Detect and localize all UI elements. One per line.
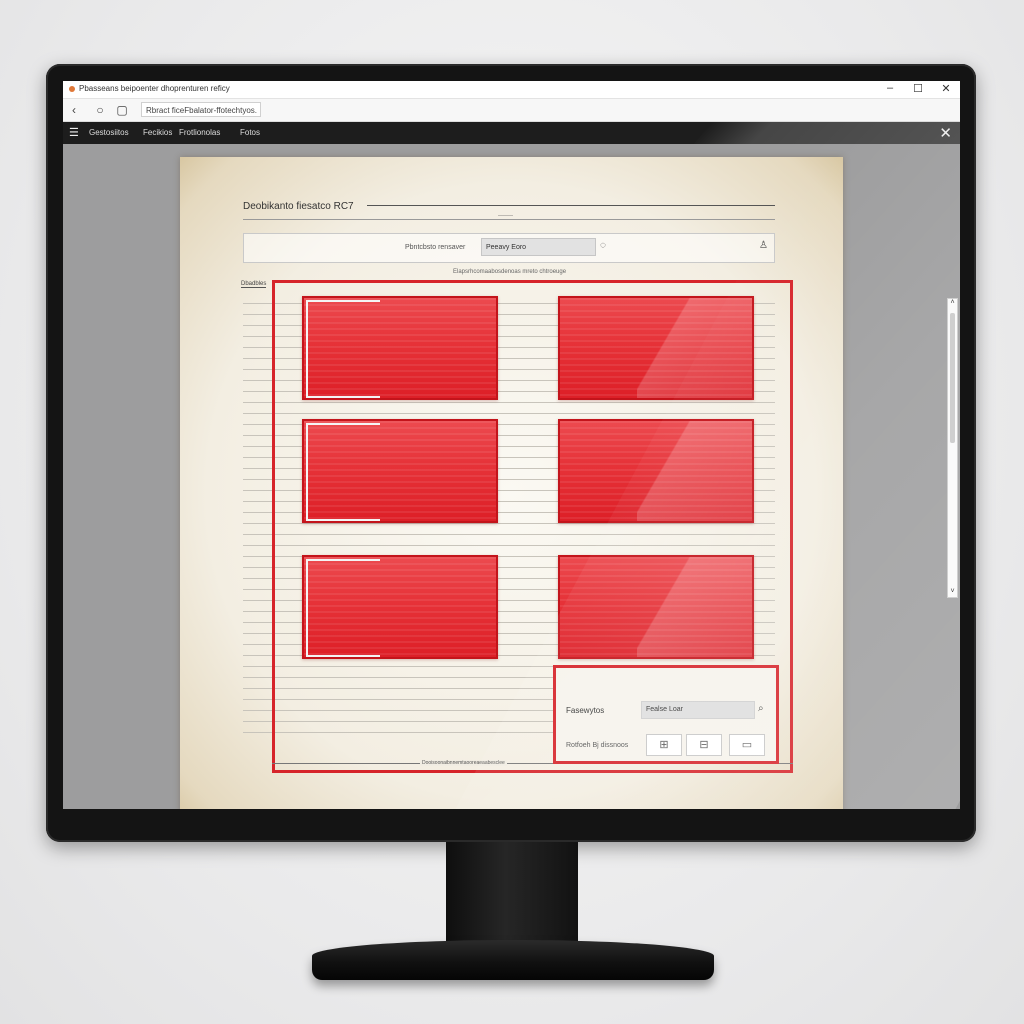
- hamburger-icon[interactable]: ☰: [69, 126, 79, 139]
- url-input[interactable]: Rbract ficeFbalator-ffotechtyos.: [141, 102, 261, 117]
- app-icon: [69, 86, 75, 92]
- window-titlebar: Pbasseans beipoenter dhoprenturen reficy…: [63, 81, 960, 99]
- monitor-neck: [446, 842, 578, 946]
- reload-icon[interactable]: ○: [93, 102, 107, 118]
- title-divider: [367, 205, 775, 206]
- menu-bar: ☰ Gestosiitos Fecikios Frotlionolas Foto…: [63, 122, 960, 144]
- side-label: Dbadbles: [241, 281, 267, 288]
- scroll-thumb[interactable]: [950, 313, 955, 443]
- document-toolbar: Pbntcbsto rensaver Peeavy Eoro ◌ ♙: [243, 233, 775, 263]
- sub-divider: [243, 219, 775, 220]
- card-bracket: [306, 559, 380, 657]
- search-icon[interactable]: ⌕: [758, 703, 764, 714]
- minimize-button[interactable]: –: [880, 82, 900, 94]
- folder-button[interactable]: ⊟: [686, 734, 722, 756]
- card-bracket: [306, 300, 380, 398]
- scroll-down-icon[interactable]: ˅: [948, 588, 957, 595]
- menu-item-3[interactable]: Frotlionolas: [179, 128, 220, 137]
- red-card-3[interactable]: [302, 419, 498, 523]
- red-card-2[interactable]: [558, 296, 754, 400]
- red-card-6[interactable]: [558, 555, 754, 659]
- close-icon[interactable]: ✕: [939, 124, 952, 142]
- menu-glare: [693, 122, 960, 144]
- address-bar: ‹ ○ ▢ Rbract ficeFbalator-ffotechtyos.: [63, 99, 960, 122]
- page-icon[interactable]: ▢: [115, 102, 129, 118]
- monitor: Pbasseans beipoenter dhoprenturen reficy…: [46, 64, 976, 842]
- document-title: Deobikanto fiesatco RC7: [243, 201, 354, 212]
- window-close-button[interactable]: ✕: [936, 82, 956, 95]
- rectangle-button[interactable]: ▭: [729, 734, 765, 756]
- menu-item-2[interactable]: Fecikios: [143, 128, 172, 137]
- search-panel-label: Fasewytos: [566, 706, 605, 715]
- search-input[interactable]: Fealse Loar: [641, 701, 755, 719]
- maximize-button[interactable]: ☐: [908, 82, 928, 95]
- menu-item-1[interactable]: Gestosiitos: [89, 128, 129, 137]
- window-title: Pbasseans beipoenter dhoprenturen reficy: [79, 84, 230, 93]
- circle-icon[interactable]: ◌: [600, 240, 606, 251]
- grid-caption: Elapsrhcomaabosdenoas mreto chtroeuge: [453, 269, 567, 275]
- back-icon[interactable]: ‹: [67, 102, 81, 118]
- toolbar-label: Pbntcbsto rensaver: [405, 244, 466, 251]
- red-card-1[interactable]: [302, 296, 498, 400]
- search-panel-hint: Rotfoeh Bj dissnoos: [566, 742, 629, 749]
- footer-text: Dooisoonaibnnemtaooreaeaabesclee: [420, 760, 507, 766]
- menu-item-4[interactable]: Fotos: [240, 128, 260, 137]
- scroll-up-icon[interactable]: ˄: [948, 299, 957, 306]
- document-page: Deobikanto fiesatco RC7 ——— Pbntcbsto re…: [180, 157, 843, 809]
- person-icon[interactable]: ♙: [759, 240, 768, 251]
- red-card-5[interactable]: [302, 555, 498, 659]
- red-card-4[interactable]: [558, 419, 754, 523]
- monitor-base: [312, 940, 714, 980]
- toolbar-input[interactable]: Peeavy Eoro: [481, 238, 596, 256]
- search-panel: Fasewytos Fealse Loar ⌕ Rotfoeh Bj dissn…: [553, 665, 779, 764]
- scrollbar[interactable]: ˄ ˅: [947, 298, 958, 598]
- card-bracket: [306, 423, 380, 521]
- table-view-button[interactable]: ⊞: [646, 734, 682, 756]
- screen: Pbasseans beipoenter dhoprenturen reficy…: [63, 81, 960, 809]
